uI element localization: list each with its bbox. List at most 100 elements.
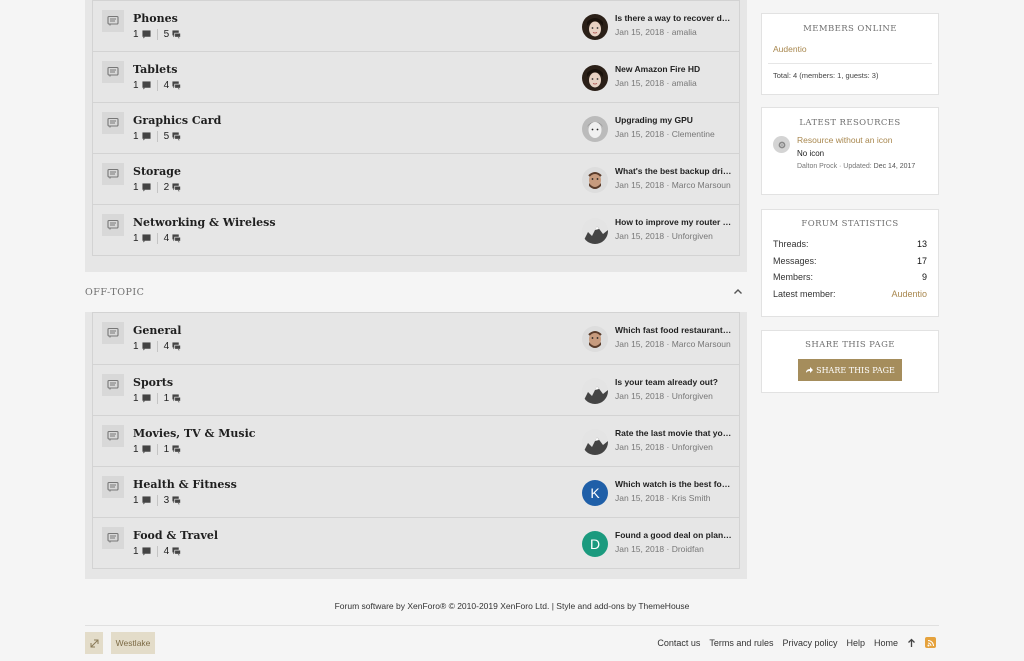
avatar[interactable]	[582, 167, 608, 193]
latest-post: Which fast food restaurant … Jan 15, 2018…	[582, 324, 740, 352]
category-header[interactable]: OFF-TOPIC	[85, 272, 747, 312]
forum-icon	[102, 322, 124, 344]
thread-count: 1	[133, 131, 151, 142]
latest-thread-meta[interactable]: Jan 15, 2018 · Kris Smith	[615, 493, 710, 503]
message-count: 4	[164, 341, 182, 352]
message-count-value: 1	[163, 444, 170, 455]
thread-count: 1	[133, 546, 151, 557]
thread-count: 1	[133, 495, 151, 506]
message-count: 5	[164, 131, 182, 142]
message-icon	[172, 547, 182, 556]
avatar[interactable]	[582, 326, 608, 352]
forum-icon	[102, 10, 124, 32]
share-icon	[806, 367, 814, 373]
footer-link-home[interactable]: Home	[874, 638, 898, 648]
thread-icon	[142, 234, 151, 243]
latest-thread-meta[interactable]: Jan 15, 2018 · amalia	[615, 27, 697, 37]
stat-divider	[156, 29, 158, 40]
latest-thread-link[interactable]: Is your team already out?	[615, 377, 733, 387]
forum-title-link[interactable]: General	[133, 324, 182, 337]
forum-title-link[interactable]: Phones	[133, 12, 178, 25]
footer-copyright[interactable]: Forum software by XenForo® © 2010-2019 X…	[0, 601, 1024, 611]
rss-icon[interactable]	[925, 637, 936, 648]
latest-thread-meta[interactable]: Jan 15, 2018 · Unforgiven	[615, 391, 713, 401]
latest-thread-link[interactable]: Found a good deal on plan…	[615, 530, 733, 540]
latest-thread-link[interactable]: Which watch is the best for…	[615, 479, 733, 489]
forum-title-link[interactable]: Tablets	[133, 63, 177, 76]
node-list: General 1 4 Which fast food restaurant … Jan…	[92, 312, 740, 569]
online-member-link[interactable]: Audentio	[773, 44, 807, 54]
forum-title-link[interactable]: Health & Fitness	[133, 478, 237, 491]
message-icon	[172, 342, 182, 351]
message-count: 2	[164, 182, 182, 193]
stat-divider	[156, 341, 158, 352]
footer-link-help[interactable]: Help	[846, 638, 865, 648]
stat-label: Messages:	[773, 255, 817, 266]
stat-divider	[156, 131, 158, 142]
resource-author[interactable]: Dalton Prock · Updated:	[797, 163, 874, 170]
latest-thread-meta[interactable]: Jan 15, 2018 · Droidfan	[615, 544, 704, 554]
gear-icon	[773, 136, 790, 153]
avatar[interactable]	[582, 65, 608, 91]
avatar[interactable]: D	[582, 531, 608, 557]
message-icon	[172, 234, 182, 243]
expand-width-button[interactable]	[85, 632, 103, 654]
latest-thread-link[interactable]: Rate the last movie that yo…	[615, 428, 733, 438]
forum-statistics-widget: FORUM STATISTICS Threads: 13 Messages: 17 Me…	[761, 209, 939, 317]
latest-thread-link[interactable]: New Amazon Fire HD	[615, 64, 733, 74]
avatar[interactable]	[582, 14, 608, 40]
widget-title[interactable]: LATEST RESOURCES	[762, 118, 938, 128]
main-column: Phones 1 5 Is there a way to recover d… Jan …	[85, 0, 747, 579]
latest-post: Upgrading my GPU Jan 15, 2018 · Clementin…	[582, 114, 740, 142]
latest-thread-link[interactable]: What's the best backup dri…	[615, 166, 733, 176]
widget-title[interactable]: FORUM STATISTICS	[762, 219, 938, 229]
latest-thread-meta[interactable]: Jan 15, 2018 · Unforgiven	[615, 231, 713, 241]
forum-title-link[interactable]: Food & Travel	[133, 529, 218, 542]
avatar[interactable]	[582, 116, 608, 142]
stat-divider	[156, 546, 158, 557]
latest-thread-meta[interactable]: Jan 15, 2018 · Unforgiven	[615, 442, 713, 452]
thread-count-value: 1	[133, 29, 139, 40]
style-chooser-button[interactable]: Westlake	[111, 632, 155, 654]
stat-value: 9	[921, 272, 927, 282]
stat-divider	[156, 393, 158, 404]
avatar[interactable]	[582, 218, 608, 244]
forum-title-link[interactable]: Movies, TV & Music	[133, 427, 256, 440]
footer-link-contact[interactable]: Contact us	[657, 638, 700, 648]
share-button[interactable]: SHARE THIS PAGE	[798, 359, 902, 381]
forum-icon	[102, 163, 124, 185]
thread-icon	[142, 132, 151, 141]
avatar[interactable]	[582, 429, 608, 455]
latest-thread-link[interactable]: Is there a way to recover d…	[615, 13, 733, 23]
category-title[interactable]: OFF-TOPIC	[85, 287, 144, 298]
message-icon	[172, 394, 182, 403]
latest-post: What's the best backup dri… Jan 15, 2018 …	[582, 165, 740, 193]
resource-title-link[interactable]: Resource without an icon	[797, 135, 892, 145]
forum-title-link[interactable]: Graphics Card	[133, 114, 221, 127]
latest-member-link[interactable]: Audentio	[891, 289, 927, 306]
up-arrow-icon[interactable]	[907, 638, 916, 648]
footer-link-terms[interactable]: Terms and rules	[709, 638, 773, 648]
latest-thread-link[interactable]: Upgrading my GPU	[615, 115, 733, 125]
thread-count-value: 1	[133, 495, 139, 506]
latest-thread-meta[interactable]: Jan 15, 2018 · Marco Marsoun	[615, 339, 731, 349]
latest-thread-link[interactable]: Which fast food restaurant …	[615, 325, 733, 335]
forum-title-link[interactable]: Storage	[133, 165, 181, 178]
widget-title[interactable]: MEMBERS ONLINE	[762, 24, 938, 34]
avatar[interactable]: K	[582, 480, 608, 506]
latest-thread-meta[interactable]: Jan 15, 2018 · amalia	[615, 78, 697, 88]
forum-title-link[interactable]: Sports	[133, 376, 173, 389]
thread-count: 1	[133, 341, 151, 352]
footer-link-privacy[interactable]: Privacy policy	[782, 638, 837, 648]
avatar[interactable]	[582, 378, 608, 404]
stat-divider	[156, 495, 158, 506]
forum-title-link[interactable]: Networking & Wireless	[133, 216, 276, 229]
latest-thread-meta[interactable]: Jan 15, 2018 · Marco Marsoun	[615, 180, 731, 190]
latest-thread-link[interactable]: How to improve my router …	[615, 217, 733, 227]
collapse-icon[interactable]	[733, 287, 743, 297]
resource-date: Dec 14, 2017	[873, 163, 916, 170]
forum-node: Graphics Card 1 5 Upgrading my GPU Jan 15, 2…	[93, 102, 739, 153]
forum-node: Storage 1 2 What's the best backup dri… Jan …	[93, 153, 739, 204]
latest-thread-meta[interactable]: Jan 15, 2018 · Clementine	[615, 129, 715, 139]
thread-count: 1	[133, 80, 151, 91]
